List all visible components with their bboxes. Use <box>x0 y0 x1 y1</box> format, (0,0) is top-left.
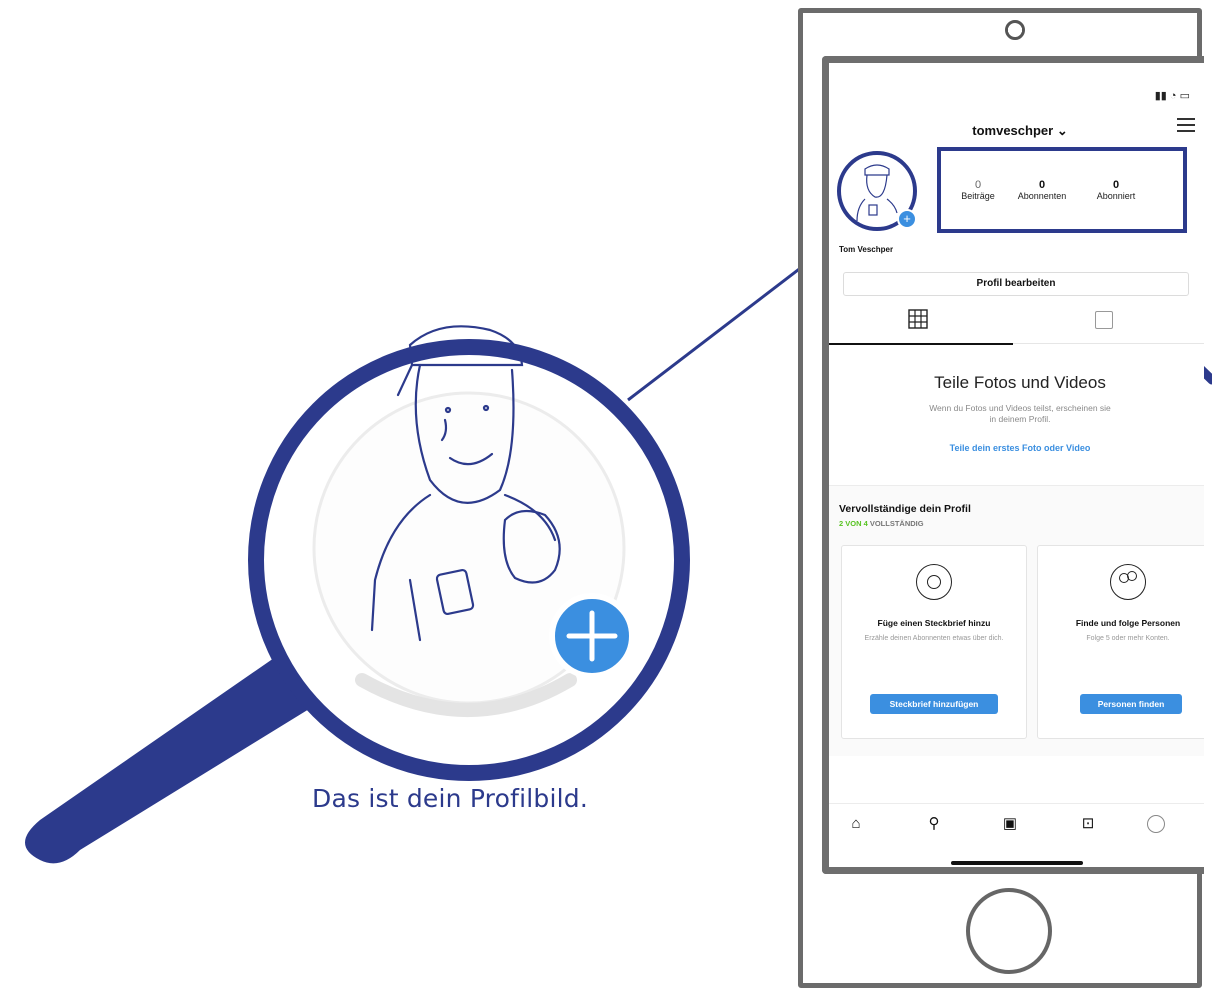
active-tab-indicator <box>829 343 1013 345</box>
stat-posts[interactable]: 0 Beiträge <box>949 179 1007 201</box>
grid-tab-icon[interactable] <box>907 308 929 330</box>
profile-username[interactable]: tomveschper ⌄ <box>829 123 1204 139</box>
shop-icon[interactable]: ⊡ <box>1079 815 1097 833</box>
bio-card-text: Erzähle deinen Abonnenten etwas über dic… <box>864 635 1004 642</box>
empty-state-title: Teile Fotos und Videos <box>934 373 1106 392</box>
complete-profile-title: Vervollständige dein Profil <box>839 503 971 515</box>
phone-screen: ▮▮ ◔ ▭ tomveschper ⌄ + Tom Veschper 0 Be… <box>822 56 1204 874</box>
tab-divider <box>1013 343 1204 344</box>
edit-profile-button[interactable]: Profil bearbeiten <box>843 272 1189 296</box>
caption-text: Das ist dein Profilbild. <box>312 784 588 813</box>
reels-icon[interactable]: ▣ <box>1001 815 1019 833</box>
people-icon <box>1110 564 1146 600</box>
stat-following[interactable]: 0 Abonniert <box>1081 179 1151 201</box>
add-bio-button[interactable]: Steckbrief hinzufügen <box>870 694 998 714</box>
home-indicator <box>951 861 1083 865</box>
profile-avatar-icon[interactable] <box>1147 815 1165 833</box>
find-people-card-title: Finde und folge Personen <box>1075 618 1181 628</box>
search-icon[interactable]: ⚲ <box>925 815 943 833</box>
hamburger-menu-icon[interactable] <box>1177 118 1195 132</box>
front-camera <box>1005 20 1025 40</box>
find-people-card: Finde und folge Personen Folge 5 oder me… <box>1037 545 1204 739</box>
empty-state-text: Wenn du Fotos und Videos teilst, erschei… <box>929 403 1111 424</box>
bio-card-title: Füge einen Steckbrief hinzu <box>877 618 991 628</box>
tabbar-divider <box>829 803 1204 804</box>
find-people-card-text: Folge 5 oder mehr Konten. <box>1086 635 1170 642</box>
stat-followers[interactable]: 0 Abonnenten <box>1007 179 1077 201</box>
profile-display-name: Tom Veschper <box>839 245 894 254</box>
complete-profile-progress: 2 VON 4 VOLLSTÄNDIG <box>839 519 924 528</box>
home-icon[interactable]: ⌂ <box>847 815 865 833</box>
status-icons: ▮▮ ◔ ▭ <box>1154 90 1190 102</box>
tagged-tab-icon[interactable] <box>1095 311 1113 329</box>
bio-card: Füge einen Steckbrief hinzu Erzähle dein… <box>841 545 1027 739</box>
speech-bubble-icon <box>916 564 952 600</box>
chevron-down-icon: ⌄ <box>1056 123 1068 138</box>
share-first-photo-link[interactable]: Teile dein erstes Foto oder Video <box>829 443 1204 453</box>
add-photo-small-icon[interactable]: + <box>897 209 917 229</box>
find-people-button[interactable]: Personen finden <box>1080 694 1182 714</box>
home-button[interactable] <box>966 888 1052 974</box>
